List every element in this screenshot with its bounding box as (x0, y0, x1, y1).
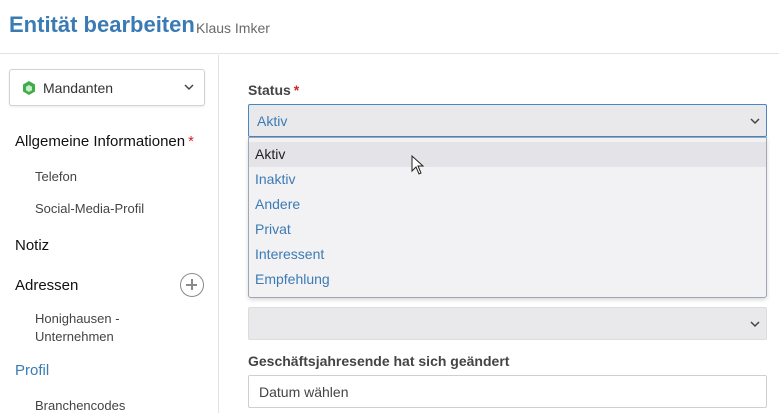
mouse-pointer-icon (411, 155, 425, 175)
status-select[interactable]: Aktiv (248, 104, 767, 137)
status-dropdown-list: Aktiv Inaktiv Andere Privat Interessent … (248, 137, 767, 298)
sidebar-item-label: Allgemeine Informationen (15, 133, 186, 150)
sidebar-item-notiz[interactable]: Notiz (15, 237, 49, 254)
status-label: Status * (248, 82, 299, 98)
dropdown-option-aktiv[interactable]: Aktiv (249, 142, 766, 167)
dropdown-option-privat[interactable]: Privat (249, 217, 766, 242)
fiscal-change-label: Geschäftsjahresende hat sich geändert (248, 353, 510, 369)
sidebar-item-adressen[interactable]: Adressen (15, 277, 78, 294)
date-picker-input[interactable]: Datum wählen (248, 375, 767, 408)
page-subtitle: Klaus Imker (196, 20, 270, 36)
status-label-text: Status (248, 82, 291, 98)
add-address-button[interactable] (180, 273, 204, 297)
dropdown-option-andere[interactable]: Andere (249, 192, 766, 217)
sidebar: Mandanten Allgemeine Informationen * Tele… (0, 55, 219, 413)
chevron-down-icon (184, 84, 194, 91)
mandant-selector[interactable]: Mandanten (9, 69, 205, 106)
chevron-down-icon (750, 118, 760, 125)
required-mark: * (188, 133, 194, 150)
chevron-down-icon (750, 321, 760, 328)
main-form: Status * Aktiv Aktiv Inaktiv Andere Priva… (220, 55, 779, 413)
sidebar-item-branchencodes[interactable]: Branchencodes (35, 398, 125, 413)
dropdown-option-empfehlung[interactable]: Empfehlung (249, 267, 766, 292)
sidebar-item-profil[interactable]: Profil (15, 362, 49, 379)
page-title: Entität bearbeiten (9, 12, 195, 37)
date-placeholder: Datum wählen (259, 384, 349, 400)
sidebar-item-telefon[interactable]: Telefon (35, 169, 77, 184)
sidebar-item-social-media-profil[interactable]: Social-Media-Profil (35, 201, 144, 216)
mandant-selector-label: Mandanten (43, 80, 114, 96)
status-select-value: Aktiv (257, 113, 288, 129)
closing-date-select[interactable] (248, 307, 767, 340)
hexagon-icon (23, 81, 35, 95)
sidebar-item-honighausen[interactable]: Honighausen - Unternehmen (35, 310, 145, 346)
dropdown-option-inaktiv[interactable]: Inaktiv (249, 167, 766, 192)
dropdown-option-interessent[interactable]: Interessent (249, 242, 766, 267)
sidebar-item-allgemeine-informationen[interactable]: Allgemeine Informationen * (15, 133, 194, 150)
page-header: Entität bearbeiten Klaus Imker (0, 0, 779, 54)
required-mark: * (293, 82, 300, 98)
